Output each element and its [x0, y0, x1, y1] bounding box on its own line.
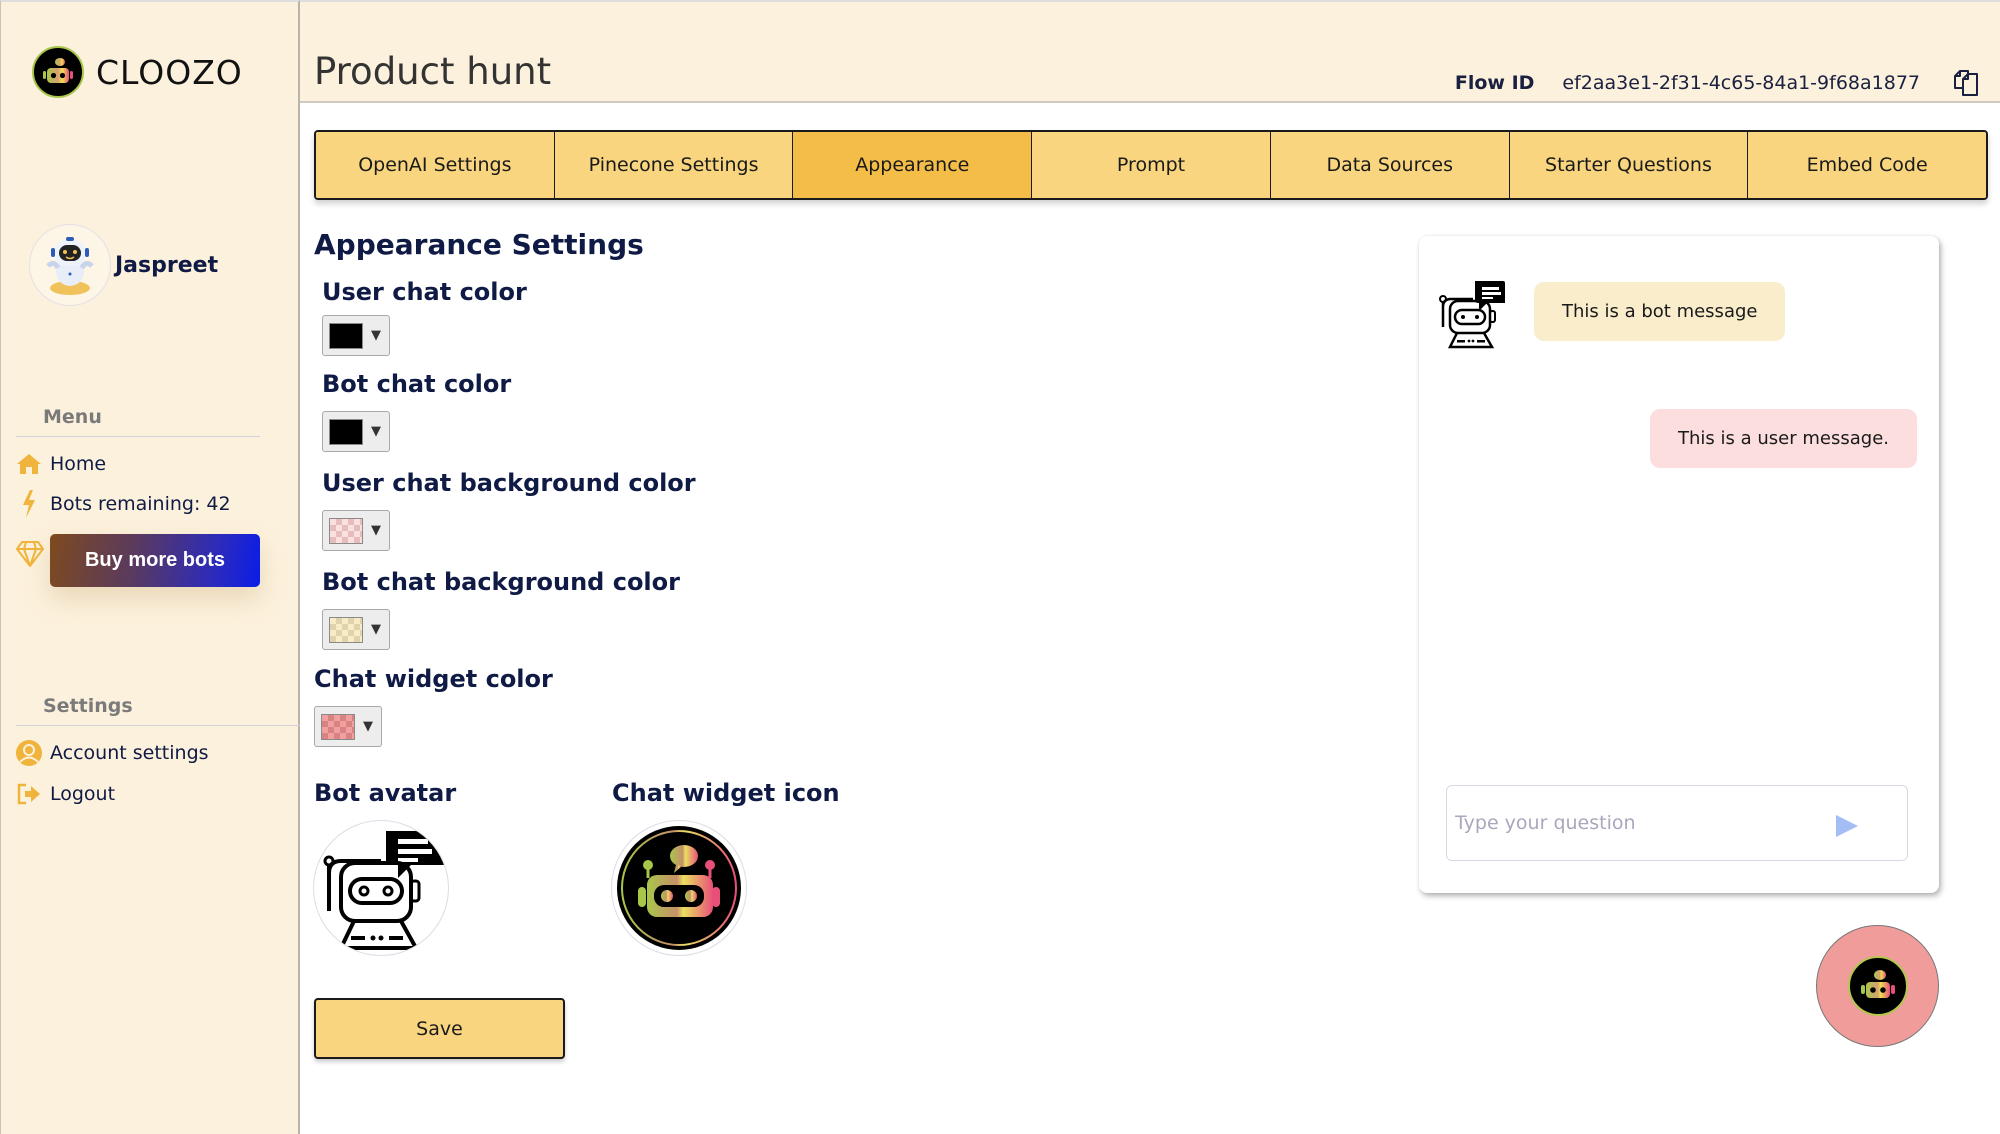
chevron-down-icon: ▼: [371, 424, 381, 439]
robot-logo-icon: [32, 46, 84, 98]
page-header: Product hunt Flow ID ef2aa3e1-2f31-4c65-…: [300, 0, 2000, 103]
chat-question-input[interactable]: [1455, 812, 1835, 834]
tab-openai-settings[interactable]: OpenAI Settings: [316, 132, 555, 198]
chat-widget-icon-label: Chat widget icon: [612, 779, 840, 807]
brand-logo[interactable]: CLOOZO: [32, 46, 243, 98]
chevron-down-icon: ▼: [371, 328, 381, 343]
tab-pinecone-settings[interactable]: Pinecone Settings: [554, 132, 794, 198]
chat-widget-icon: [1847, 956, 1908, 1016]
user-message-bubble: This is a user message.: [1650, 409, 1917, 468]
sidebar-item-account-settings[interactable]: Account settings: [15, 739, 209, 767]
chat-widget-color-label: Chat widget color: [314, 665, 553, 693]
flow-id-label: Flow ID: [1454, 72, 1535, 94]
tab-data-sources[interactable]: Data Sources: [1270, 132, 1510, 198]
color-swatch: [329, 517, 363, 544]
logout-icon: [15, 780, 43, 808]
user-name: Jaspreet: [115, 252, 219, 278]
settings-section-title: Settings: [43, 695, 133, 717]
sidebar-item-label: Bots remaining: 42: [50, 493, 231, 515]
user-chat-color-label: User chat color: [322, 278, 527, 306]
bot-avatar-icon: [1439, 281, 1505, 349]
chat-widget-launcher[interactable]: [1816, 925, 1939, 1047]
sidebar-item-label: Home: [50, 453, 107, 475]
home-icon: [15, 450, 43, 478]
sidebar-item-home[interactable]: Home: [15, 450, 106, 478]
tab-starter-questions[interactable]: Starter Questions: [1509, 132, 1749, 198]
color-swatch: [321, 713, 355, 740]
bot-message-avatar: [1437, 279, 1507, 349]
bot-message-bubble: This is a bot message: [1534, 282, 1786, 341]
chat-widget-icon: [617, 826, 741, 950]
chat-input-box: [1446, 785, 1908, 861]
user-circle-icon: [15, 739, 43, 767]
menu-divider: [16, 436, 260, 437]
bot-avatar-label: Bot avatar: [314, 779, 457, 807]
flow-id-value: ef2aa3e1-2f31-4c65-84a1-9f68a1877: [1562, 72, 1920, 94]
menu-section-title: Menu: [43, 406, 102, 428]
color-swatch: [329, 322, 363, 349]
sidebar-item-label: Logout: [50, 783, 116, 805]
tab-embed-code[interactable]: Embed Code: [1748, 132, 1986, 198]
flow-id: Flow ID ef2aa3e1-2f31-4c65-84a1-9f68a187…: [1455, 72, 1920, 94]
send-icon[interactable]: [1835, 814, 1859, 842]
page-title: Product hunt: [314, 50, 552, 93]
diamond-icon: [15, 540, 45, 572]
tab-prompt[interactable]: Prompt: [1032, 132, 1271, 198]
bot-chat-background-color-picker[interactable]: ▼: [322, 609, 390, 650]
copy-icon[interactable]: [1952, 68, 1980, 102]
user-profile[interactable]: Jaspreet: [29, 224, 218, 306]
bot-chat-color-picker[interactable]: ▼: [322, 411, 390, 452]
buy-more-bots-button[interactable]: Buy more bots: [50, 534, 260, 587]
settings-tabs: OpenAI Settings Pinecone Settings Appear…: [314, 130, 1988, 200]
color-swatch: [329, 616, 363, 643]
lightning-icon: [15, 490, 43, 518]
appearance-settings-heading: Appearance Settings: [314, 228, 644, 261]
robot-avatar-icon: [29, 224, 111, 306]
color-swatch: [329, 418, 363, 445]
chevron-down-icon: ▼: [363, 719, 373, 734]
brand-name: CLOOZO: [96, 52, 243, 92]
chevron-down-icon: ▼: [371, 622, 381, 637]
chevron-down-icon: ▼: [371, 523, 381, 538]
chat-widget-color-picker[interactable]: ▼: [314, 706, 382, 747]
save-button[interactable]: Save: [314, 998, 565, 1059]
bot-chat-background-color-label: Bot chat background color: [322, 568, 680, 596]
sidebar-item-bots-remaining: Bots remaining: 42: [15, 490, 231, 518]
user-chat-background-color-picker[interactable]: ▼: [322, 510, 390, 551]
sidebar: CLOOZO Jaspreet Menu Home Bots remaining…: [0, 0, 300, 1134]
user-chat-color-picker[interactable]: ▼: [322, 315, 390, 356]
settings-divider: [16, 725, 300, 726]
bot-avatar-icon: [323, 831, 444, 950]
bot-avatar-upload[interactable]: [313, 820, 449, 956]
user-chat-background-color-label: User chat background color: [322, 469, 696, 497]
tab-appearance[interactable]: Appearance: [793, 132, 1033, 198]
chat-widget-icon-upload[interactable]: [611, 820, 747, 956]
sidebar-item-label: Account settings: [50, 742, 209, 764]
chat-preview-panel: This is a bot message This is a user mes…: [1419, 236, 1939, 893]
bot-chat-color-label: Bot chat color: [322, 370, 512, 398]
sidebar-item-logout[interactable]: Logout: [15, 780, 115, 808]
